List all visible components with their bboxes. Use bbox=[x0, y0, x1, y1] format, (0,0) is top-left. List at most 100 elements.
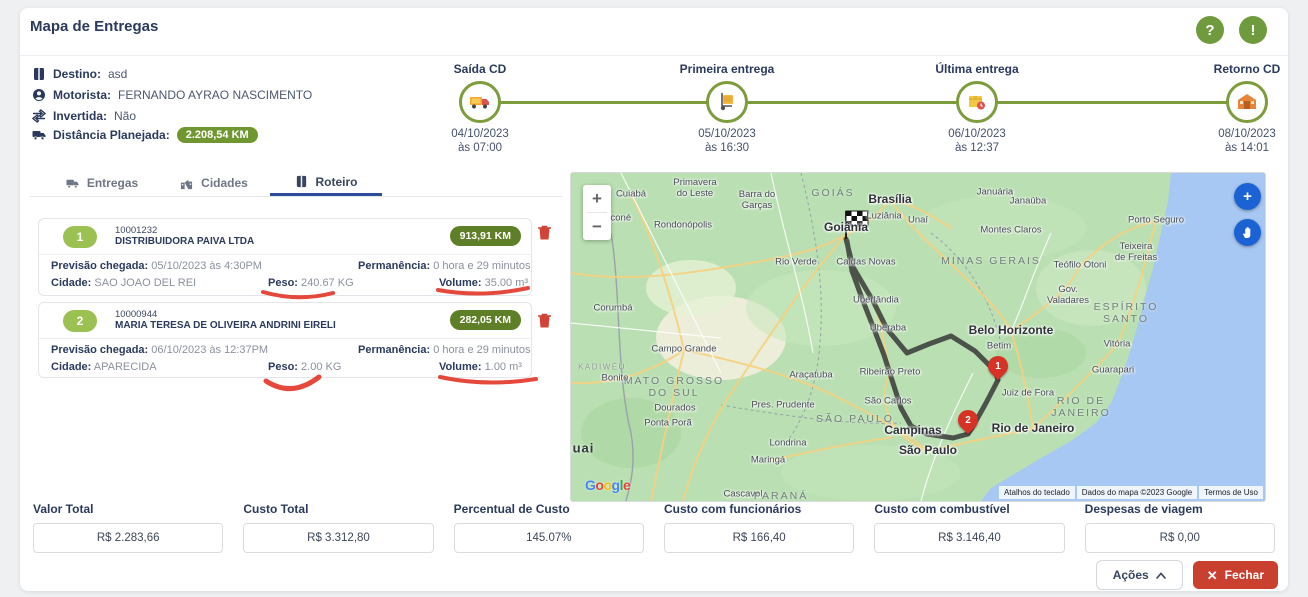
google-map[interactable]: CuiabáPrimavera do LesteBarra do GarçasP… bbox=[570, 172, 1266, 502]
fechar-label: Fechar bbox=[1225, 568, 1264, 582]
info-destino: Destino: asd bbox=[32, 66, 127, 82]
acoes-button[interactable]: Ações bbox=[1096, 560, 1183, 590]
info-invertida: Invertida: Não bbox=[32, 108, 136, 124]
map-data-credit: Dados do mapa ©2023 Google bbox=[1077, 486, 1197, 499]
acoes-label: Ações bbox=[1113, 568, 1149, 582]
map-attribution: Atalhos do teclado Dados do mapa ©2023 G… bbox=[999, 486, 1263, 499]
timeline-step-date: 04/10/2023 bbox=[415, 128, 545, 140]
summary-value: R$ 0,00 bbox=[1085, 523, 1275, 553]
leg-distance-badge: 282,05 KM bbox=[450, 310, 521, 330]
terms-of-use-link[interactable]: Termos de Uso bbox=[1199, 486, 1263, 499]
stop-number-badge: 2 bbox=[63, 310, 97, 332]
summary-item: Custo Total R$ 3.312,80 bbox=[243, 502, 433, 553]
previsao-field: Previsão chegada: 06/10/2023 às 12:37PM bbox=[51, 344, 268, 356]
timeline-step-label: Última entrega bbox=[912, 62, 1042, 77]
info-value: Não bbox=[114, 109, 136, 123]
peso-field: Peso: 240.67 KG bbox=[268, 277, 354, 289]
timeline-step-time: às 12:37 bbox=[912, 142, 1042, 154]
route-start-flag-icon bbox=[846, 211, 868, 239]
summary-value: R$ 166,40 bbox=[664, 523, 854, 553]
mapa-de-entregas-page: Mapa de Entregas ? ! Destino: asd Motori… bbox=[0, 0, 1308, 597]
fechar-button[interactable]: ✕ Fechar bbox=[1193, 561, 1278, 589]
tab-entregas[interactable]: Entregas bbox=[46, 170, 158, 196]
summary-label: Custo Total bbox=[243, 502, 433, 516]
timeline-step-circle bbox=[1226, 81, 1268, 123]
zoom-out-button[interactable]: − bbox=[583, 213, 611, 240]
map-canvas bbox=[571, 173, 1265, 501]
route-polyline bbox=[846, 239, 998, 438]
summary-label: Custo com funcionários bbox=[664, 502, 854, 516]
timeline-step-primeira-entrega: Primeira entrega 05/10/2023 às 16:30 bbox=[662, 62, 792, 154]
delete-delivery-button[interactable] bbox=[537, 312, 552, 329]
package-clock-icon bbox=[966, 91, 988, 113]
delete-delivery-button[interactable] bbox=[537, 224, 552, 241]
timeline-step-circle bbox=[956, 81, 998, 123]
alert-button[interactable]: ! bbox=[1239, 16, 1267, 44]
zoom-in-button[interactable]: + bbox=[583, 185, 611, 212]
page-title: Mapa de Entregas bbox=[30, 18, 158, 35]
handtruck-icon bbox=[716, 91, 738, 113]
timeline-step-time: às 07:00 bbox=[415, 142, 545, 154]
timeline-step-ultima-entrega: Última entrega 06/10/2023 às 12:37 bbox=[912, 62, 1042, 154]
customer-name: DISTRIBUIDORA PAIVA LTDA bbox=[115, 236, 254, 247]
hand-icon bbox=[1241, 226, 1254, 239]
tab-label: Entregas bbox=[87, 176, 138, 190]
volume-field: Volume: 35.00 m³ bbox=[439, 277, 528, 289]
map-add-button[interactable]: + bbox=[1234, 183, 1261, 210]
tab-label: Cidades bbox=[201, 176, 248, 190]
summary-value: R$ 3.312,80 bbox=[243, 523, 433, 553]
tab-roteiro[interactable]: Roteiro bbox=[270, 170, 382, 196]
left-panel-tabs: Entregas Cidades Roteiro bbox=[30, 170, 562, 197]
leg-distance-badge: 913,91 KM bbox=[450, 226, 521, 246]
stop-number-badge: 1 bbox=[63, 226, 97, 248]
map-pan-hand-button[interactable] bbox=[1234, 219, 1261, 246]
info-distancia: Distância Planejada: 2.208,54 KM bbox=[32, 127, 258, 143]
summary-item: Percentual de Custo 145.07% bbox=[454, 502, 644, 553]
timeline-step-time: às 16:30 bbox=[662, 142, 792, 154]
info-value: asd bbox=[108, 67, 127, 81]
plus-icon: + bbox=[1243, 188, 1252, 205]
cidade-field: Cidade: APARECIDA bbox=[51, 361, 157, 373]
timeline-step-label: Saída CD bbox=[415, 62, 545, 77]
tab-label: Roteiro bbox=[316, 175, 358, 189]
timeline-step-time: às 14:01 bbox=[1182, 142, 1308, 154]
footer-actions: Ações ✕ Fechar bbox=[1096, 560, 1278, 590]
card-divider bbox=[39, 254, 531, 255]
chevron-up-icon bbox=[1156, 572, 1166, 579]
truck-icon bbox=[469, 91, 491, 113]
city-icon bbox=[180, 177, 193, 190]
summary-value: 145.07% bbox=[454, 523, 644, 553]
keyboard-shortcuts-link[interactable]: Atalhos do teclado bbox=[999, 486, 1075, 499]
timeline-step-retorno-cd: Retorno CD 08/10/2023 às 14:01 bbox=[1182, 62, 1308, 154]
help-button[interactable]: ? bbox=[1196, 16, 1224, 44]
cidade-field: Cidade: SAO JOAO DEL REI bbox=[51, 277, 196, 289]
summary-label: Custo com combustível bbox=[874, 502, 1064, 516]
timeline-step-date: 08/10/2023 bbox=[1182, 128, 1308, 140]
timeline-step-date: 05/10/2023 bbox=[662, 128, 792, 140]
info-label: Destino: bbox=[53, 67, 101, 81]
header-divider bbox=[20, 55, 1288, 56]
summary-label: Despesas de viagem bbox=[1085, 502, 1275, 516]
totals-summary: Valor TotalR$ 2.283,66 Custo TotalR$ 3.3… bbox=[33, 502, 1275, 553]
summary-item: Despesas de viagem R$ 0,00 bbox=[1085, 502, 1275, 553]
warehouse-icon bbox=[1236, 91, 1258, 113]
summary-label: Percentual de Custo bbox=[454, 502, 644, 516]
volume-field: Volume: 1.00 m³ bbox=[439, 361, 522, 373]
map-zoom-control: + − bbox=[583, 185, 611, 240]
exclamation-icon: ! bbox=[1251, 22, 1256, 39]
close-icon: ✕ bbox=[1207, 569, 1218, 582]
summary-label: Valor Total bbox=[33, 502, 223, 516]
timeline-step-label: Primeira entrega bbox=[662, 62, 792, 77]
timeline-step-label: Retorno CD bbox=[1182, 62, 1308, 77]
tab-cidades[interactable]: Cidades bbox=[158, 170, 270, 196]
info-label: Distância Planejada: bbox=[53, 128, 170, 142]
timeline-step-circle bbox=[706, 81, 748, 123]
route-map-icon bbox=[295, 175, 308, 188]
timeline-line bbox=[495, 101, 1232, 104]
previsao-field: Previsão chegada: 05/10/2023 às 4:30PM bbox=[51, 260, 262, 272]
truck-icon bbox=[32, 128, 46, 142]
permanencia-field: Permanência: 0 hora e 29 minutos bbox=[358, 344, 530, 356]
summary-value: R$ 3.146,40 bbox=[874, 523, 1064, 553]
question-icon: ? bbox=[1205, 22, 1214, 39]
info-value: FERNANDO AYRAO NASCIMENTO bbox=[118, 88, 312, 102]
